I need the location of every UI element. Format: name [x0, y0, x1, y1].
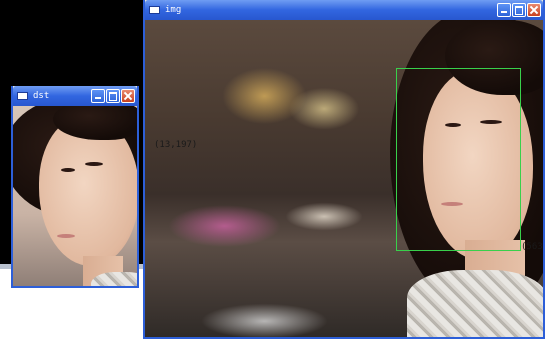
- minimize-button[interactable]: [91, 89, 105, 103]
- minimize-icon: [498, 4, 510, 16]
- img-titlebar[interactable]: img: [145, 0, 543, 20]
- close-icon: [122, 90, 134, 102]
- close-icon: [528, 4, 540, 16]
- close-button[interactable]: [121, 89, 135, 103]
- face-detection-rectangle: [396, 68, 521, 251]
- maximize-icon: [107, 90, 119, 102]
- minimize-icon: [92, 90, 104, 102]
- img-window-title: img: [165, 5, 182, 15]
- img-window: img (13,197) (563: [143, 0, 545, 339]
- dst-titlebar[interactable]: dst: [13, 86, 137, 106]
- img-image: (13,197) (563: [145, 20, 543, 337]
- top-left-coordinate-label: (13,197): [154, 140, 198, 150]
- dst-window-title: dst: [33, 91, 50, 101]
- window-icon: [149, 6, 160, 14]
- minimize-button[interactable]: [497, 3, 511, 17]
- maximize-button[interactable]: [512, 3, 526, 17]
- dst-image: [13, 106, 137, 286]
- eye: [61, 168, 75, 172]
- dst-window: dst: [11, 86, 139, 288]
- bottom-right-coordinate-label: (563: [521, 242, 543, 252]
- lips: [57, 234, 75, 238]
- maximize-button[interactable]: [106, 89, 120, 103]
- maximize-icon: [513, 4, 525, 16]
- eye: [85, 162, 103, 166]
- window-icon: [17, 92, 28, 100]
- scarf: [407, 270, 543, 337]
- close-button[interactable]: [527, 3, 541, 17]
